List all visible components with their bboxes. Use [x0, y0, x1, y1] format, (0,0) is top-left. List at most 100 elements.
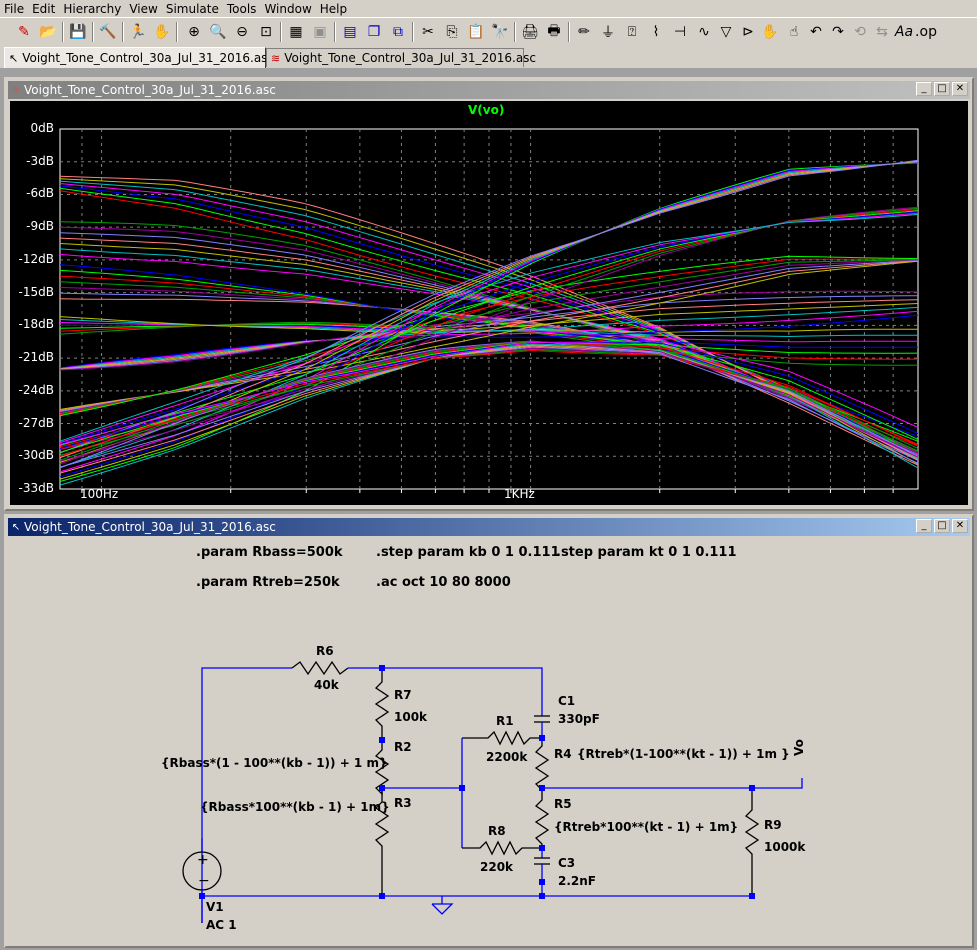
r5-symbol[interactable]	[534, 788, 550, 848]
r1-value[interactable]: 2200k	[486, 750, 527, 764]
print-preview-icon[interactable]: 🖨	[520, 22, 540, 42]
trace-curve	[59, 306, 919, 370]
redo-icon[interactable]: ↷	[828, 22, 848, 42]
net-label-vo[interactable]: Vo	[792, 739, 806, 756]
inductor-icon[interactable]: ∿	[694, 22, 714, 42]
c1-value[interactable]: 330pF	[558, 712, 600, 726]
c3-name[interactable]: C3	[558, 856, 575, 870]
spice-directive-icon[interactable]: .op	[915, 22, 937, 42]
menu-edit[interactable]: Edit	[28, 0, 59, 17]
menu-simulate[interactable]: Simulate	[162, 0, 223, 17]
menu-window[interactable]: Window	[260, 0, 315, 17]
r9-value[interactable]: 1000k	[764, 840, 805, 854]
wire[interactable]	[348, 667, 543, 713]
schematic-window-titlebar[interactable]: ↖ Voight_Tone_Control_30a_Jul_31_2016.as…	[8, 518, 970, 536]
ground-icon[interactable]: ⏚	[598, 22, 618, 42]
tab-schematic[interactable]: ↖ Voight_Tone_Control_30a_Jul_31_2016.as…	[4, 47, 274, 68]
close-button[interactable]: ✕	[952, 519, 968, 533]
undo-icon[interactable]: ↶	[806, 22, 826, 42]
r8-name[interactable]: R8	[488, 824, 506, 838]
menu-hierarchy[interactable]: Hierarchy	[59, 0, 125, 17]
r4-name[interactable]: R4	[554, 747, 572, 761]
r5-value[interactable]: {Rtreb*100**(kt - 1) + 1m}	[554, 820, 738, 834]
menu-tools[interactable]: Tools	[223, 0, 261, 17]
document-tabs: ↖ Voight_Tone_Control_30a_Jul_31_2016.as…	[0, 46, 977, 69]
save-icon[interactable]: 💾	[68, 22, 88, 42]
menu-view[interactable]: View	[125, 0, 161, 17]
wire-vo[interactable]	[542, 778, 803, 789]
r2-value[interactable]: {Rbass*(1 - 100**(kb - 1)) + 1 m}	[161, 756, 388, 770]
junction-dots	[199, 665, 755, 899]
close-button[interactable]: ✕	[952, 82, 968, 96]
r9-name[interactable]: R9	[764, 818, 782, 832]
r8-value[interactable]: 220k	[480, 860, 513, 874]
r1-symbol[interactable]	[462, 730, 542, 746]
r8-symbol[interactable]	[462, 840, 542, 856]
text-icon[interactable]: Aa	[894, 22, 914, 42]
v1-name[interactable]: V1	[206, 900, 224, 914]
mirror-icon[interactable]: ⇆	[872, 22, 892, 42]
schematic-canvas[interactable]: .param Rbass=500k .step param kb 0 1 0.1…	[10, 538, 968, 942]
tab-waveform[interactable]: ≋ Voight_Tone_Control_30a_Jul_31_2016.as…	[266, 48, 536, 67]
find-icon[interactable]: 🔭	[490, 22, 510, 42]
diode-icon[interactable]: ▽	[716, 22, 736, 42]
resistor-icon[interactable]: ⌇	[646, 22, 666, 42]
r4-symbol[interactable]	[534, 738, 550, 792]
drag-icon[interactable]: ☝	[784, 22, 804, 42]
minimize-button[interactable]: _	[916, 519, 932, 533]
component-icon[interactable]: ⊳	[738, 22, 758, 42]
r6-value[interactable]: 40k	[314, 678, 339, 692]
label-net-icon[interactable]: ⍰	[622, 22, 642, 42]
maximize-button[interactable]: □	[934, 82, 950, 96]
plot-settings-icon[interactable]: ▣	[310, 22, 330, 42]
maximize-button[interactable]: □	[934, 519, 950, 533]
r7-value[interactable]: 100k	[394, 710, 427, 724]
r3-name[interactable]: R3	[394, 796, 412, 810]
draw-wire-icon[interactable]: ✏	[574, 22, 594, 42]
r1-name[interactable]: R1	[496, 714, 514, 728]
svg-text:+: +	[197, 852, 209, 868]
paste-icon[interactable]: 📋	[466, 22, 486, 42]
run-icon[interactable]: 🏃	[128, 22, 148, 42]
r7-name[interactable]: R7	[394, 688, 412, 702]
minimize-button[interactable]: _	[916, 82, 932, 96]
plot-window-titlebar[interactable]: ≋ Voight_Tone_Control_30a_Jul_31_2016.as…	[8, 81, 970, 99]
schematic-window: ↖ Voight_Tone_Control_30a_Jul_31_2016.as…	[4, 514, 974, 948]
open-folder-icon[interactable]: 📂	[38, 22, 58, 42]
r9-symbol[interactable]	[744, 788, 760, 896]
move-icon[interactable]: ✋	[760, 22, 780, 42]
rotate-icon[interactable]: ⟲	[850, 22, 870, 42]
trace-curve	[59, 346, 919, 468]
c1-name[interactable]: C1	[558, 694, 575, 708]
c3-value[interactable]: 2.2nF	[558, 874, 596, 888]
r6-symbol[interactable]	[291, 660, 349, 676]
zoom-out-icon[interactable]: ⊖	[232, 22, 252, 42]
autorange-icon[interactable]: ▦	[286, 22, 306, 42]
ground-symbol[interactable]	[431, 896, 454, 915]
v1-symbol[interactable]: + −	[182, 838, 222, 896]
r2-name[interactable]: R2	[394, 740, 412, 754]
r4-value[interactable]: {Rtreb*(1-100**(kt - 1)) + 1m }	[577, 747, 790, 761]
halt-icon[interactable]: ✋	[152, 22, 172, 42]
r7-symbol[interactable]	[374, 668, 390, 740]
close-all-icon[interactable]: ⧉	[388, 22, 408, 42]
r3-value[interactable]: {Rbass*100**(kb - 1) + 1m}	[200, 800, 390, 814]
cascade-icon[interactable]: ❐	[364, 22, 384, 42]
tile-horizontal-icon[interactable]: ▤	[340, 22, 360, 42]
cut-icon[interactable]: ✂	[418, 22, 438, 42]
zoom-in-icon[interactable]: ⊕	[184, 22, 204, 42]
copy-icon[interactable]: ⎘	[442, 22, 462, 42]
r6-name[interactable]: R6	[316, 644, 334, 658]
control-panel-icon[interactable]: 🔨	[98, 22, 118, 42]
r5-name[interactable]: R5	[554, 797, 572, 811]
menu-file[interactable]: File	[0, 0, 28, 17]
menu-help[interactable]: Help	[316, 0, 351, 17]
toolbar: ✎ 📂 💾 🔨 🏃 ✋ ⊕ 🔍 ⊖ ⊡ ▦ ▣ ▤ ❐ ⧉ ✂ ⎘ 📋 🔭 🖨 …	[0, 17, 977, 47]
zoom-fit-icon[interactable]: ⊡	[256, 22, 276, 42]
v1-value[interactable]: AC 1	[206, 918, 237, 932]
capacitor-icon[interactable]: ⊣	[670, 22, 690, 42]
pan-icon[interactable]: 🔍	[208, 22, 228, 42]
print-icon[interactable]: 🖶	[544, 22, 564, 42]
new-schematic-icon[interactable]: ✎	[14, 22, 34, 42]
plot-area[interactable]: V(vo) 0dB -3dB -6dB -9dB -12dB -15dB -18dB -21d…	[10, 101, 968, 505]
